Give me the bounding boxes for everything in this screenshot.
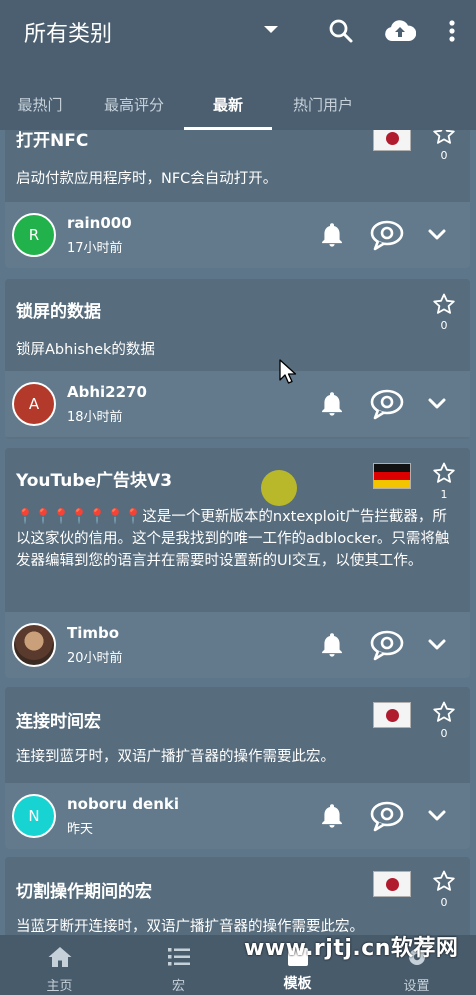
star-icon[interactable]: [432, 130, 456, 146]
nav-label: 设置: [403, 979, 430, 994]
card-header: 锁屏的数据 0 锁屏Abhishek的数据: [5, 279, 470, 371]
macro-card[interactable]: 连接时间宏 0 连接到蓝牙时，双语广播扩音器的操作需要此宏。 N noboru …: [5, 687, 470, 849]
star-count: 0: [440, 896, 448, 909]
card-title: YouTube广告块V3: [16, 471, 173, 491]
touch-indicator: [261, 470, 297, 506]
post-time: 18小时前: [67, 410, 123, 425]
tab-bar: 最热门 最高评分 最新 热门用户: [0, 78, 476, 130]
list-icon: [168, 948, 190, 966]
card-header: 连接时间宏 0 连接到蓝牙时，双语广播扩音器的操作需要此宏。: [5, 687, 470, 783]
card-footer: A Abhi2270 18小时前: [5, 371, 470, 437]
star-count: 0: [440, 727, 448, 740]
post-time: 昨天: [67, 822, 94, 837]
macro-list[interactable]: 打开NFC 0 启动付款应用程序时，NFC会自动打开。 R rain000 17…: [0, 130, 476, 935]
card-title: 锁屏的数据: [16, 302, 101, 322]
mouse-cursor-icon: [279, 359, 297, 384]
star-count: 0: [440, 319, 448, 332]
card-title: 连接时间宏: [16, 712, 101, 732]
more-vert-icon[interactable]: [435, 14, 469, 48]
bell-icon[interactable]: [318, 631, 346, 659]
tab-latest[interactable]: 最新: [184, 78, 272, 130]
comment-icon[interactable]: [369, 800, 405, 832]
search-icon[interactable]: [324, 14, 358, 48]
star-count: 0: [440, 149, 448, 162]
bell-icon[interactable]: [318, 802, 346, 830]
username[interactable]: Abhi2270: [67, 383, 147, 401]
post-time: 17小时前: [67, 241, 123, 256]
tab-top-users[interactable]: 热门用户: [278, 78, 368, 130]
card-footer: R rain000 17小时前: [5, 202, 470, 268]
card-description: 连接到蓝牙时，双语广播扩音器的操作需要此宏。: [16, 749, 335, 765]
home-icon: [48, 947, 72, 967]
nav-label: 主页: [46, 979, 73, 994]
japan-flag-icon: [373, 702, 411, 728]
comment-icon[interactable]: [369, 629, 405, 661]
card-title: 切割操作期间的宏: [16, 882, 152, 902]
japan-flag-icon: [373, 130, 411, 151]
nav-macros[interactable]: 宏: [119, 935, 238, 995]
nav-label: 宏: [171, 979, 185, 994]
comment-icon[interactable]: [369, 219, 405, 251]
card-description: 📍📍📍📍📍📍📍这是一个更新版本的nxtexploit广告拦截器，所以这家伙的信用…: [16, 509, 450, 569]
avatar[interactable]: N: [12, 794, 56, 838]
macro-card[interactable]: 打开NFC 0 启动付款应用程序时，NFC会自动打开。 R rain000 17…: [5, 130, 470, 268]
username[interactable]: Timbo: [67, 624, 119, 642]
bell-icon[interactable]: [318, 221, 346, 249]
chevron-down-icon[interactable]: [425, 632, 449, 656]
username[interactable]: noboru denki: [67, 795, 179, 813]
macro-card[interactable]: YouTube广告块V3 1 📍📍📍📍📍📍📍这是一个更新版本的nxtexploi…: [5, 448, 470, 678]
star-icon[interactable]: [432, 461, 456, 485]
card-description: 锁屏Abhishek的数据: [16, 342, 155, 358]
post-time: 20小时前: [67, 651, 123, 666]
category-title[interactable]: 所有类别: [24, 16, 112, 48]
card-title: 打开NFC: [16, 131, 89, 151]
avatar[interactable]: A: [12, 382, 56, 426]
nav-label: 模板: [283, 976, 312, 992]
avatar[interactable]: R: [12, 213, 56, 257]
star-icon[interactable]: [432, 869, 456, 893]
nav-home[interactable]: 主页: [0, 935, 119, 995]
card-description: 启动付款应用程序时，NFC会自动打开。: [16, 171, 278, 187]
star-icon[interactable]: [432, 292, 456, 316]
star-icon[interactable]: [432, 700, 456, 724]
chevron-down-icon[interactable]: [425, 803, 449, 827]
japan-flag-icon: [373, 871, 411, 897]
username[interactable]: rain000: [67, 214, 132, 232]
card-footer: Timbo 20小时前: [5, 612, 470, 678]
macro-card[interactable]: 切割操作期间的宏 0 当蓝牙断开连接时，双语广播扩音器的操作需要此宏。: [5, 857, 470, 935]
title-row: 所有类别: [0, 0, 476, 64]
cloud-upload-icon[interactable]: [383, 14, 417, 48]
star-count: 1: [440, 488, 448, 501]
chevron-down-icon[interactable]: [425, 222, 449, 246]
card-footer: N noboru denki 昨天: [5, 783, 470, 849]
comment-icon[interactable]: [369, 388, 405, 420]
app-bar: 所有类别 最热门 最高评分 最新 热门用户: [0, 0, 476, 130]
germany-flag-icon: [373, 463, 411, 489]
tab-most-popular[interactable]: 最热门: [0, 78, 80, 130]
card-header: YouTube广告块V3 1 📍📍📍📍📍📍📍这是一个更新版本的nxtexploi…: [5, 448, 470, 612]
chevron-down-icon[interactable]: [425, 391, 449, 415]
watermark-text: www.rjtj.cn软荐网: [244, 936, 459, 961]
tab-top-rated[interactable]: 最高评分: [88, 78, 180, 130]
dropdown-arrow-icon[interactable]: [264, 26, 278, 33]
macro-card[interactable]: 锁屏的数据 0 锁屏Abhishek的数据 A Abhi2270 18小时前: [5, 279, 470, 439]
card-header: 切割操作期间的宏 0 当蓝牙断开连接时，双语广播扩音器的操作需要此宏。: [5, 857, 470, 935]
bell-icon[interactable]: [318, 390, 346, 418]
card-header: 打开NFC 0 启动付款应用程序时，NFC会自动打开。: [5, 130, 470, 202]
avatar[interactable]: [12, 623, 56, 667]
